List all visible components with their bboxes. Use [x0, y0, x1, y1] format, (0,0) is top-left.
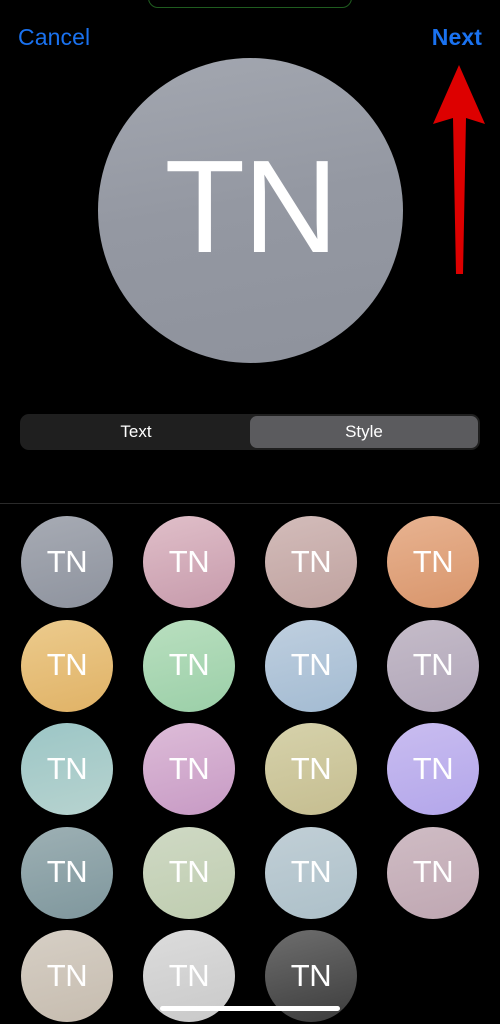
- text-style-segmented-control[interactable]: Text Style: [20, 414, 480, 450]
- swatch-rose-pink[interactable]: TN: [143, 516, 235, 608]
- swatch-initials: TN: [168, 854, 210, 889]
- style-swatch-grid: TN TN TN TN TN TN TN TN TN TN TN TN TN TN TN TN TN TN TN: [0, 512, 500, 1024]
- swatch-initials: TN: [168, 957, 210, 993]
- swatch-initials: TN: [46, 543, 88, 579]
- swatch-row: TN TN TN TN: [0, 823, 500, 927]
- swatch-dusty-rose[interactable]: TN: [265, 516, 357, 608]
- swatch-lavender-gray[interactable]: TN: [387, 619, 479, 712]
- swatch-row: TN TN TN TN: [0, 616, 500, 720]
- swatch-slate-blue-gray[interactable]: TN: [21, 516, 113, 608]
- avatar-preview-initials: TN: [164, 132, 339, 280]
- swatch-orchid-pink[interactable]: TN: [143, 723, 235, 815]
- swatch-initials: TN: [412, 750, 454, 786]
- swatch-initials: TN: [412, 854, 454, 889]
- avatar-style-picker-screen: Cancel Next TN Text Style TN TN TN TN TN TN TN…: [0, 0, 500, 1024]
- swatch-initials: TN: [168, 647, 210, 682]
- swatch-initials: TN: [46, 750, 88, 786]
- navbar: Cancel Next: [0, 22, 500, 52]
- section-divider: [0, 503, 500, 504]
- swatch-initials: TN: [290, 647, 332, 682]
- swatch-initials: TN: [290, 750, 332, 786]
- cancel-button[interactable]: Cancel: [18, 22, 90, 52]
- swatch-initials: TN: [46, 647, 88, 682]
- swatch-initials: TN: [412, 647, 454, 682]
- swatch-initials: TN: [168, 750, 210, 786]
- swatch-mauve-dusty-pink[interactable]: TN: [387, 826, 479, 919]
- swatch-peach-orange[interactable]: TN: [387, 516, 479, 608]
- up-arrow-icon: [433, 65, 485, 274]
- next-button[interactable]: Next: [432, 22, 482, 52]
- swatch-periwinkle-purple[interactable]: TN: [387, 723, 479, 815]
- swatch-initials: TN: [168, 543, 210, 579]
- swatch-khaki-olive[interactable]: TN: [265, 723, 357, 815]
- tab-style[interactable]: Style: [250, 416, 478, 448]
- swatch-initials: TN: [46, 854, 88, 889]
- tab-style-label: Style: [345, 422, 383, 441]
- swatch-golden-yellow[interactable]: TN: [21, 619, 113, 712]
- swatch-initials: TN: [46, 957, 88, 993]
- swatch-slate-teal[interactable]: TN: [21, 826, 113, 919]
- swatch-pale-blue-gray[interactable]: TN: [265, 826, 357, 919]
- swatch-row: TN TN TN TN: [0, 719, 500, 823]
- avatar-preview: TN: [98, 58, 403, 363]
- swatch-beige-taupe[interactable]: TN: [21, 930, 113, 1022]
- swatch-initials: TN: [290, 543, 332, 579]
- tab-text[interactable]: Text: [22, 416, 250, 448]
- swatch-initials: TN: [412, 543, 454, 579]
- swatch-mint-green[interactable]: TN: [143, 619, 235, 712]
- swatch-sage-green[interactable]: TN: [143, 826, 235, 919]
- tab-text-label: Text: [120, 422, 152, 441]
- swatch-row: TN TN TN TN: [0, 512, 500, 616]
- swatch-teal-aqua[interactable]: TN: [21, 723, 113, 815]
- rounded-rect-outline-icon: [148, 0, 352, 8]
- swatch-initials: TN: [290, 854, 332, 889]
- avatar-preview-circle: TN: [98, 58, 403, 363]
- swatch-initials: TN: [290, 957, 332, 993]
- home-indicator-bar[interactable]: [160, 1006, 340, 1011]
- swatch-powder-blue[interactable]: TN: [265, 619, 357, 712]
